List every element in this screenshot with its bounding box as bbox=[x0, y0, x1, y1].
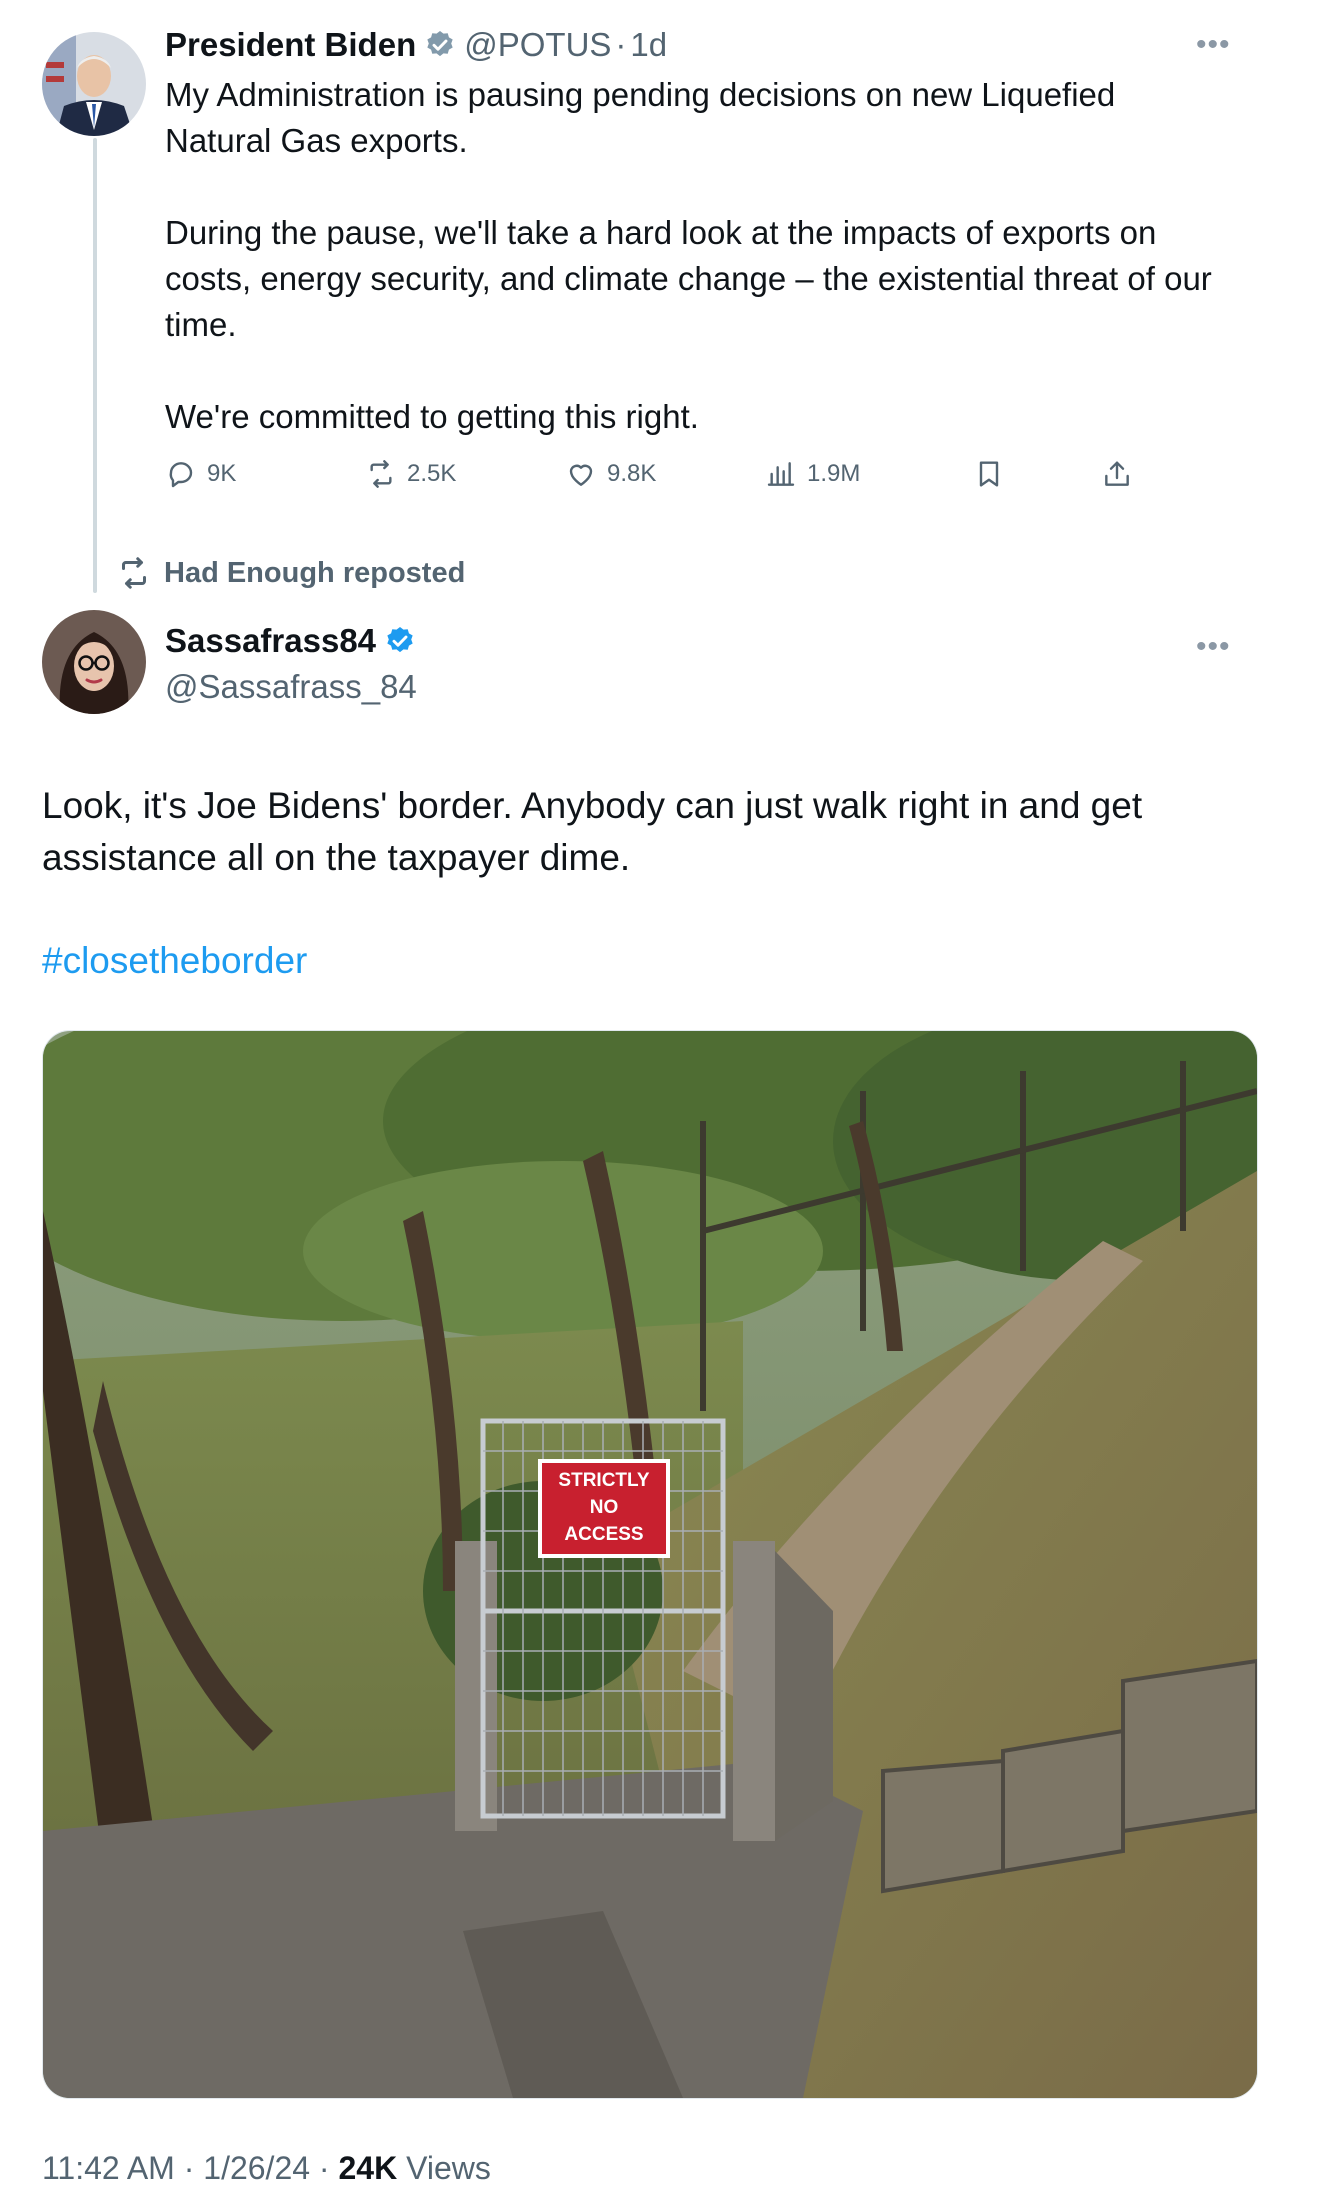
thread-tweet-actions: 9K 2.5K 9.8K 1.9M bbox=[165, 458, 1150, 498]
reply-icon bbox=[169, 462, 193, 488]
share-button[interactable] bbox=[1101, 458, 1133, 490]
more-options-icon[interactable]: ••• bbox=[1196, 632, 1231, 662]
handle[interactable]: @Sassafrass_84 bbox=[165, 668, 417, 706]
display-name[interactable]: President Biden bbox=[165, 26, 416, 64]
thread-tweet-text: My Administration is pausing pending dec… bbox=[165, 76, 1212, 435]
reply-button[interactable]: 9K bbox=[165, 458, 236, 490]
heart-icon bbox=[569, 464, 593, 486]
display-name[interactable]: Sassafrass84 bbox=[165, 622, 376, 660]
analytics-icon bbox=[767, 462, 795, 486]
avatar-president-biden[interactable] bbox=[42, 32, 146, 136]
repost-icon bbox=[370, 460, 392, 488]
main-tweet-text: Look, it's Joe Bidens' border. Anybody c… bbox=[42, 785, 1143, 878]
views-button[interactable]: 1.9M bbox=[765, 458, 860, 490]
avatar-sassafrass84[interactable] bbox=[42, 610, 146, 714]
like-button[interactable]: 9.8K bbox=[565, 458, 656, 490]
gray-check-badge-icon bbox=[424, 29, 456, 61]
tweet-photo[interactable]: STRICTLY NO ACCESS bbox=[42, 1030, 1258, 2099]
like-count: 9.8K bbox=[607, 460, 657, 487]
separator-dot: · bbox=[615, 26, 627, 63]
blue-check-badge-icon bbox=[384, 625, 416, 657]
sign-line-1: STRICTLY bbox=[558, 1470, 650, 1491]
sign-line-2: NO bbox=[589, 1497, 619, 1518]
bookmark-icon bbox=[979, 461, 999, 487]
no-access-sign: STRICTLY NO ACCESS bbox=[540, 1467, 668, 1548]
views-count: 1.9M bbox=[807, 460, 861, 487]
main-tweet-header: Sassafrass84 bbox=[165, 622, 416, 660]
repost-icon bbox=[122, 557, 146, 589]
bookmark-button[interactable] bbox=[973, 458, 1005, 490]
share-icon bbox=[1105, 461, 1129, 486]
hashtag-link[interactable]: #closetheborder bbox=[42, 935, 307, 987]
thread-tweet-header: President Biden @POTUS · 1d bbox=[165, 26, 667, 64]
tweet-metadata: 11:42 AM · 1/26/24 · 24K Views bbox=[42, 2150, 491, 2187]
more-options-icon[interactable]: ••• bbox=[1196, 30, 1231, 60]
repost-count: 2.5K bbox=[407, 460, 457, 487]
view-count: 24K bbox=[338, 2150, 398, 2186]
timestamp[interactable]: 11:42 AM · 1/26/24 · bbox=[42, 2150, 338, 2186]
repost-context-label: Had Enough reposted bbox=[164, 556, 466, 589]
views-label: Views bbox=[397, 2150, 491, 2186]
reply-count: 9K bbox=[207, 460, 237, 487]
thread-connector-line bbox=[93, 138, 97, 593]
tweet-age[interactable]: 1d bbox=[630, 26, 667, 64]
repost-context[interactable]: Had Enough reposted bbox=[116, 555, 465, 591]
handle[interactable]: @POTUS bbox=[464, 26, 611, 64]
sign-line-3: ACCESS bbox=[564, 1524, 644, 1545]
repost-button[interactable]: 2.5K bbox=[365, 458, 456, 490]
